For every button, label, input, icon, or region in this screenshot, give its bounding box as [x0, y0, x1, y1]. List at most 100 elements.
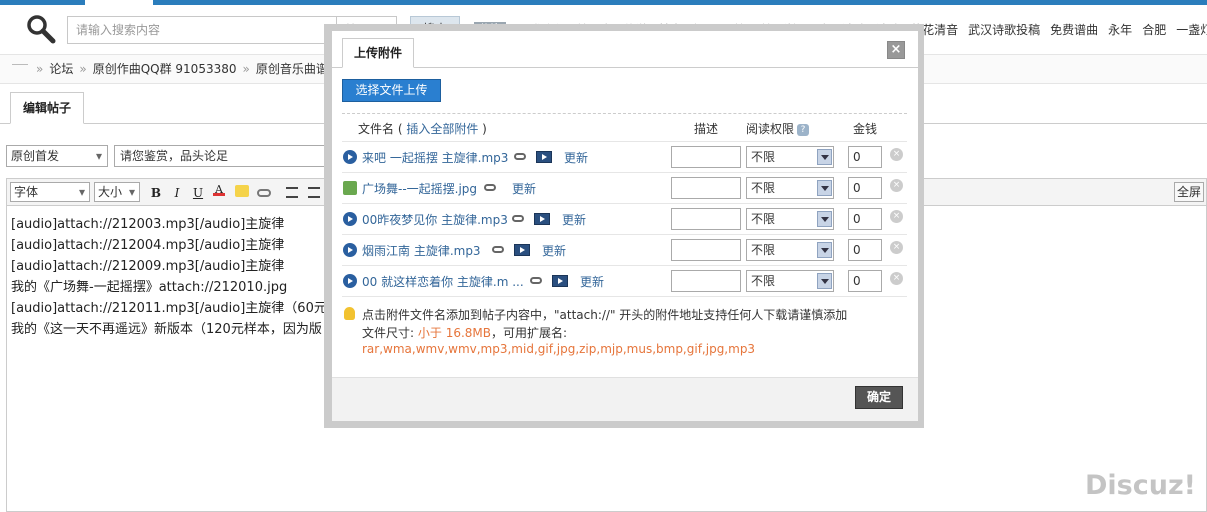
description-input[interactable] [671, 208, 741, 230]
attachment-row: 广场舞--一起摇摆.jpg 更新 不限 0 × [342, 172, 907, 203]
align-center-icon[interactable] [308, 185, 322, 201]
post-type-select[interactable]: 原创首发 ▾ [6, 145, 108, 167]
description-input[interactable] [671, 239, 741, 261]
hot-search-link[interactable]: 免费谱曲 [1050, 23, 1098, 37]
search-input[interactable]: 请输入搜索内容 [67, 16, 337, 44]
confirm-button[interactable]: 确定 [855, 386, 903, 409]
dialog-tab-divider [332, 67, 918, 68]
hot-search-link[interactable]: 一盏灯 [1176, 23, 1207, 37]
highlight-icon[interactable] [235, 185, 249, 201]
bold-button[interactable]: B [149, 185, 163, 201]
allowed-extensions: rar,wma,wmv,wmv,mp3,mid,gif,jpg,zip,mjp,… [362, 342, 756, 356]
image-file-icon [343, 181, 357, 195]
insert-link-icon[interactable] [492, 246, 504, 253]
chevron-down-icon[interactable] [817, 242, 832, 258]
help-icon[interactable]: ? [797, 123, 810, 136]
link-icon[interactable] [257, 185, 271, 201]
tab-edit-post[interactable]: 编辑帖子 [10, 92, 84, 124]
attachment-row: 00 就这样恋着你 主旋律.m ... 更新 不限 0 × [342, 265, 907, 296]
description-input[interactable] [671, 146, 741, 168]
delete-icon[interactable]: × [890, 179, 903, 192]
permission-select[interactable]: 不限 [746, 208, 834, 230]
price-input[interactable]: 0 [848, 270, 882, 292]
editor-line: [audio]attach://212009.mp3[/audio]主旋律 [11, 259, 285, 274]
price-input[interactable]: 0 [848, 239, 882, 261]
permission-select[interactable]: 不限 [746, 239, 834, 261]
column-header-filename: 文件名 ( 插入全部附件 ) [358, 122, 487, 136]
attachment-filename[interactable]: 00 就这样恋着你 主旋律.m ... [362, 273, 524, 290]
description-input[interactable] [671, 270, 741, 292]
italic-button[interactable]: I [170, 185, 184, 201]
chevron-down-icon[interactable] [817, 149, 832, 165]
chevron-down-icon[interactable] [817, 180, 832, 196]
audio-file-icon [343, 212, 357, 226]
insert-link-icon[interactable] [484, 184, 496, 191]
insert-media-icon[interactable] [552, 275, 568, 287]
insert-all-link[interactable]: 插入全部附件 [406, 122, 478, 136]
upload-tip: 点击附件文件名添加到帖子内容中，"attach://" 开头的附件地址支持任何人… [362, 306, 847, 342]
fullscreen-button[interactable]: 全屏 [1174, 182, 1204, 202]
column-header-price: 金钱 [853, 122, 878, 136]
align-left-icon[interactable] [286, 185, 300, 201]
attachment-filename[interactable]: 烟雨江南 主旋律.mp3 [362, 242, 481, 259]
font-size-select[interactable]: 大小 ▾ [94, 182, 140, 202]
hot-search-link[interactable]: 合肥 [1142, 23, 1166, 37]
breadcrumb-item[interactable]: 原创音乐曲谱 [256, 62, 328, 76]
editor-line: [audio]attach://212011.mp3[/audio]主旋律（60… [11, 301, 340, 316]
permission-select[interactable]: 不限 [746, 146, 834, 168]
column-header-permission: 阅读权限? [746, 120, 810, 137]
attachment-row: 00昨夜梦见你 主旋律.mp3 更新 不限 0 × [342, 203, 907, 234]
upload-tip-line: 点击附件文件名添加到帖子内容中，"attach://" 开头的附件地址支持任何人… [362, 308, 848, 322]
breadcrumb-item[interactable]: 原创作曲QQ群 91053380 [93, 62, 237, 76]
insert-link-icon[interactable] [514, 153, 526, 160]
delete-icon[interactable]: × [890, 210, 903, 223]
search-icon[interactable] [26, 14, 56, 44]
price-input[interactable]: 0 [848, 177, 882, 199]
post-title-input[interactable]: 请您鉴赏，品头论足 [114, 145, 334, 167]
permission-select[interactable]: 不限 [746, 177, 834, 199]
chevron-down-icon[interactable] [817, 273, 832, 289]
editor-content[interactable]: [audio]attach://212003.mp3[/audio]主旋律 [au… [11, 214, 340, 340]
price-input[interactable]: 0 [848, 208, 882, 230]
file-size-info: 文件尺寸: 小于 16.8MB，可用扩展名: [362, 326, 568, 340]
tab-upload-attachment[interactable]: 上传附件 [342, 38, 414, 68]
attachment-filename[interactable]: 广场舞--一起摇摆.jpg [362, 180, 477, 197]
breadcrumb-item[interactable]: 论坛 [49, 62, 73, 76]
price-input[interactable]: 0 [848, 146, 882, 168]
home-icon[interactable] [12, 63, 28, 76]
underline-button[interactable]: U [191, 185, 205, 201]
close-icon[interactable]: × [887, 41, 905, 59]
audio-file-icon [343, 274, 357, 288]
attachment-filename[interactable]: 来吧 一起摇摆 主旋律.mp3 [362, 149, 508, 166]
insert-media-icon[interactable] [534, 213, 550, 225]
update-link[interactable]: 更新 [564, 149, 588, 166]
top-accent-bar [0, 0, 1207, 5]
font-color-icon[interactable]: A [213, 184, 227, 201]
attachment-filename[interactable]: 00昨夜梦见你 主旋律.mp3 [362, 211, 508, 228]
hot-search-link[interactable]: 武汉诗歌投稿 [968, 23, 1040, 37]
update-link[interactable]: 更新 [562, 211, 586, 228]
insert-media-icon[interactable] [514, 244, 530, 256]
column-header-desc: 描述 [694, 122, 719, 136]
insert-link-icon[interactable] [530, 277, 542, 284]
file-size-limit: 小于 16.8MB [417, 326, 491, 340]
delete-icon[interactable]: × [890, 241, 903, 254]
update-link[interactable]: 更新 [580, 273, 604, 290]
permission-select[interactable]: 不限 [746, 270, 834, 292]
font-family-select[interactable]: 字体 ▾ [10, 182, 90, 202]
attachment-row: 烟雨江南 主旋律.mp3 更新 不限 0 × [342, 234, 907, 265]
update-link[interactable]: 更新 [542, 242, 566, 259]
chevron-down-icon[interactable] [817, 211, 832, 227]
update-link[interactable]: 更新 [512, 180, 536, 197]
hot-search-link[interactable]: 永年 [1108, 23, 1132, 37]
editor-line: [audio]attach://212004.mp3[/audio]主旋律 [11, 238, 285, 253]
editor-line: [audio]attach://212003.mp3[/audio]主旋律 [11, 217, 285, 232]
select-file-upload-button[interactable]: 选择文件上传 [342, 79, 441, 102]
description-input[interactable] [671, 177, 741, 199]
insert-link-icon[interactable] [512, 215, 524, 222]
insert-media-icon[interactable] [536, 151, 552, 163]
delete-icon[interactable]: × [890, 148, 903, 161]
audio-file-icon [343, 243, 357, 257]
delete-icon[interactable]: × [890, 272, 903, 285]
file-list-bottom-divider [342, 296, 907, 297]
